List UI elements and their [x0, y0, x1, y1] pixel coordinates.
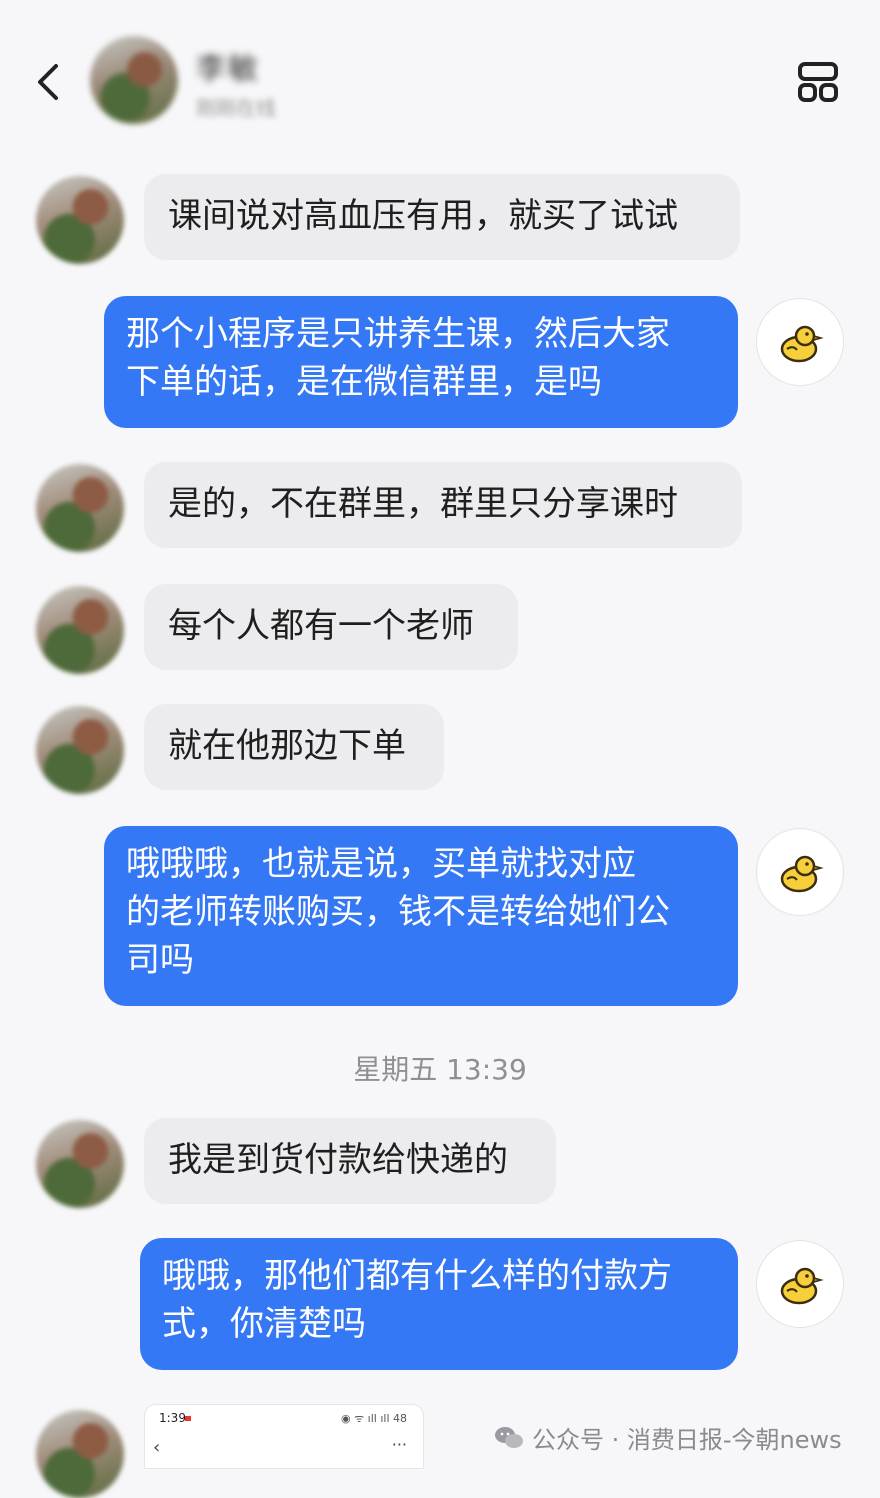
message-line: 下单的话，是在微信群里，是吗: [126, 362, 602, 402]
self-avatar[interactable]: [756, 1240, 844, 1328]
message-line: 式，你清楚吗: [162, 1304, 366, 1344]
contact-avatar[interactable]: [36, 1120, 124, 1208]
message-line: 那个小程序是只讲养生课，然后大家: [126, 314, 670, 354]
timestamp-divider: 星期五 13:39: [353, 1053, 527, 1086]
grid-layout-icon[interactable]: [796, 60, 840, 104]
outgoing-message[interactable]: 那个小程序是只讲养生课，然后大家 下单的话，是在微信群里，是吗: [104, 296, 738, 428]
image-message-screenshot[interactable]: 1:39 ◉ ᯤ ıll ıll 48 ‹ ···: [144, 1404, 424, 1469]
self-avatar[interactable]: [756, 828, 844, 916]
back-chevron-icon[interactable]: [30, 60, 66, 104]
incoming-message[interactable]: 是的，不在群里，群里只分享课时: [144, 462, 742, 548]
recording-dot-icon: [185, 1416, 191, 1421]
incoming-message[interactable]: 每个人都有一个老师: [144, 584, 518, 670]
screenshot-more-icon: ···: [391, 1435, 407, 1454]
message-line: 哦哦哦，也就是说，买单就找对应: [126, 844, 636, 884]
contact-avatar[interactable]: [36, 706, 124, 794]
contact-avatar[interactable]: [36, 1410, 124, 1498]
incoming-message[interactable]: 我是到货付款给快递的: [144, 1118, 556, 1204]
yellow-chick-icon: [780, 855, 824, 893]
watermark-text: 公众号 · 消费日报-今朝news: [532, 1426, 842, 1454]
message-line: 司吗: [126, 940, 194, 980]
screenshot-status-icons: ◉ ᯤ ıll ıll 48: [341, 1412, 407, 1425]
contact-avatar[interactable]: [36, 586, 124, 674]
yellow-chick-icon: [780, 1267, 824, 1305]
contact-status: 刚刚在线: [196, 96, 276, 120]
self-avatar[interactable]: [756, 298, 844, 386]
yellow-chick-icon: [780, 325, 824, 363]
outgoing-message[interactable]: 哦哦，那他们都有什么样的付款方 式，你清楚吗: [140, 1238, 738, 1370]
contact-avatar[interactable]: [36, 176, 124, 264]
watermark: 公众号 · 消费日报-今朝news: [494, 1420, 842, 1455]
message-line: 哦哦，那他们都有什么样的付款方: [162, 1256, 672, 1296]
screenshot-back-icon: ‹: [153, 1437, 161, 1458]
wechat-icon: [495, 1426, 523, 1448]
screenshot-time: 1:39: [159, 1411, 186, 1425]
incoming-message[interactable]: 课间说对高血压有用，就买了试试: [144, 174, 740, 260]
incoming-message[interactable]: 就在他那边下单: [144, 704, 444, 790]
outgoing-message[interactable]: 哦哦哦，也就是说，买单就找对应 的老师转账购买，钱不是转给她们公 司吗: [104, 826, 738, 1006]
message-line: 的老师转账购买，钱不是转给她们公: [126, 892, 670, 932]
contact-name: 李敏: [196, 52, 260, 87]
chat-header: 李敏 刚刚在线: [0, 0, 880, 150]
contact-avatar[interactable]: [36, 464, 124, 552]
contact-avatar[interactable]: [90, 36, 178, 124]
